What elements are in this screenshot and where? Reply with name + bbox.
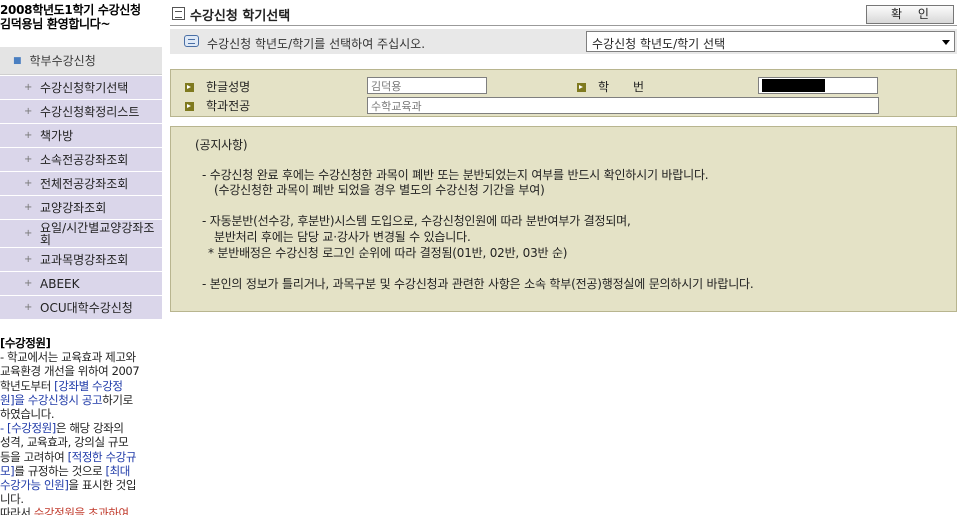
- sidebar-item-label: 요일/시간별교양강좌조회: [40, 220, 155, 247]
- student-id-label: 학 번: [598, 80, 645, 94]
- submenu-list: + 수강신청학기선택 + 수강신청확정리스트 + 책가방 + 소속전공강좌조회 …: [0, 76, 162, 320]
- notice-text: 따라서: [0, 506, 34, 515]
- plus-icon: +: [24, 177, 33, 189]
- sidebar-item-term-select[interactable]: + 수강신청학기선택: [0, 76, 162, 100]
- department-field[interactable]: [367, 97, 879, 114]
- plus-icon: +: [24, 81, 33, 93]
- sidebar-item-label: 소속전공강좌조회: [40, 152, 129, 167]
- plus-icon: +: [24, 301, 33, 313]
- page-header: 수강신청 학기선택 확 인: [170, 0, 957, 26]
- term-selection-bar: 수강신청 학년도/학기를 선택하여 주십시오. 수강신청 학년도/학기 선택: [170, 29, 957, 54]
- sidebar-item-ocu[interactable]: + OCU대학수강신청: [0, 296, 162, 320]
- notice-highlight: [최대: [105, 463, 131, 478]
- notice-panel: (공지사항) - 수강신청 완료 후에는 수강신청한 과목이 폐반 또는 분반되…: [170, 126, 957, 312]
- plus-icon: +: [24, 105, 33, 117]
- plus-icon: +: [24, 129, 33, 141]
- notice-text: 학년도부터: [0, 378, 55, 393]
- notice-highlight: 원]을 수강신청시 공고: [0, 392, 103, 407]
- notice-line: 분반처리 후에는 담당 교·강사가 변경될 수 있습니다.: [214, 230, 471, 244]
- confirm-button[interactable]: 확 인: [866, 5, 954, 24]
- plus-icon: +: [24, 227, 33, 239]
- redacted-value: [762, 79, 825, 92]
- menu-undergrad-registration[interactable]: ■ 학부수강신청: [0, 47, 162, 75]
- name-field[interactable]: [367, 77, 487, 94]
- department-label: 학과전공: [206, 99, 251, 113]
- main-content: 수강신청 학기선택 확 인 수강신청 학년도/학기를 선택하여 주십시오. 수강…: [170, 0, 967, 515]
- notice-highlight: - [수강정원]: [0, 421, 56, 436]
- arrow-bullet-icon: [185, 83, 194, 92]
- notice-title: [수강정원]: [0, 336, 51, 350]
- enrollment-capacity-notice: [수강정원] - 학교에서는 교육효과 제고와 교육환경 개선을 위하여 200…: [0, 336, 162, 515]
- notice-highlight: [강좌별 수강정: [54, 378, 123, 393]
- arrow-bullet-icon: [577, 83, 586, 92]
- notice-line: - 자동분반(선수강, 후분반)시스템 도입으로, 수강신청인원에 따라 분반여…: [202, 214, 631, 228]
- notice-line: (수강신청한 과목이 폐반 되었을 경우 별도의 수강신청 기간을 부여): [214, 183, 545, 197]
- notice-highlight: 모]: [0, 463, 15, 478]
- notice-text: 등을 고려하여: [0, 449, 68, 464]
- welcome-line-1: 2008학년도1학기 수강신청: [0, 3, 141, 17]
- sidebar-item-all-major-courses[interactable]: + 전체전공강좌조회: [0, 172, 162, 196]
- notice-line: 성격, 교육효과, 강의실 규모: [0, 435, 129, 450]
- notice-text: 하기로: [102, 392, 133, 407]
- notice-line: 니다.: [0, 492, 24, 507]
- sidebar-item-label: 교양강좌조회: [40, 200, 107, 215]
- sidebar-item-liberal-arts-by-time[interactable]: + 요일/시간별교양강좌조회: [0, 220, 162, 248]
- notice-line: 수강가능 인원]을 표시한 것입: [0, 478, 162, 492]
- notice-line: 학년도부터 [강좌별 수강정: [0, 379, 162, 393]
- sidebar-item-label: 교과목명강좌조회: [40, 252, 129, 267]
- sidebar-item-confirmed-list[interactable]: + 수강신청확정리스트: [0, 100, 162, 124]
- arrow-bullet-icon: [185, 102, 194, 111]
- plus-icon: +: [24, 277, 33, 289]
- sidebar-item-liberal-arts[interactable]: + 교양강좌조회: [0, 196, 162, 220]
- student-info-panel: 한글성명 학 번 학과전공: [170, 69, 957, 117]
- sidebar-item-label: OCU대학수강신청: [40, 300, 133, 315]
- sidebar-item-abeek[interactable]: + ABEEK: [0, 272, 162, 296]
- plus-icon: +: [24, 153, 33, 165]
- speech-bubble-icon: [184, 35, 199, 47]
- name-label: 한글성명: [206, 80, 251, 94]
- notice-highlight: [적정한 수강규: [67, 449, 137, 464]
- term-select-value: 수강신청 학년도/학기 선택: [592, 37, 726, 51]
- term-select-dropdown[interactable]: 수강신청 학년도/학기 선택: [586, 31, 955, 52]
- instruction-text: 수강신청 학년도/학기를 선택하여 주십시오.: [207, 37, 426, 51]
- sidebar-item-bookbag[interactable]: + 책가방: [0, 124, 162, 148]
- welcome-message: 2008학년도1학기 수강신청 김덕용님 환영합니다~: [0, 3, 162, 31]
- notice-line: 등을 고려하여 [적정한 수강규: [0, 450, 162, 464]
- plus-icon: +: [24, 253, 33, 265]
- notice-line: - [수강정원]은 해당 강좌의: [0, 421, 162, 435]
- plus-icon: +: [24, 201, 33, 213]
- square-bullet-icon: ■: [13, 55, 22, 66]
- sidebar-item-label: ABEEK: [40, 276, 80, 291]
- notice-text: 을 표시한 것입: [68, 478, 137, 493]
- menu-label: 학부수강신청: [29, 54, 96, 68]
- sidebar-item-label: 수강신청학기선택: [40, 80, 129, 95]
- sidebar-item-label: 수강신청확정리스트: [40, 104, 140, 119]
- page-title: 수강신청 학기선택: [190, 9, 291, 24]
- notice-line: - 학교에서는 교육효과 제고와: [0, 350, 136, 365]
- sidebar: 2008학년도1학기 수강신청 김덕용님 환영합니다~ ■ 학부수강신청 + 수…: [0, 0, 162, 515]
- notice-line: 모]를 규정하는 것으로 [최대: [0, 464, 162, 478]
- sidebar-item-major-courses[interactable]: + 소속전공강좌조회: [0, 148, 162, 172]
- document-icon: [172, 7, 185, 20]
- notice-line: * 분반배정은 수강신청 로그인 순위에 따라 결정됨(01반, 02반, 03…: [208, 246, 568, 260]
- notice-line: - 본인의 정보가 틀리거나, 과목구분 및 수강신청과 관련한 사항은 소속 …: [202, 277, 754, 291]
- notice-line: 교육환경 개선을 위하여 2007: [0, 364, 140, 379]
- notice-highlight: 수강가능 인원]: [0, 478, 69, 493]
- notice-text: 은 해당 강좌의: [55, 421, 124, 436]
- chevron-down-icon: [942, 40, 950, 45]
- notice-line: 원]을 수강신청시 공고하기로: [0, 393, 162, 407]
- sidebar-item-label: 책가방: [40, 128, 74, 143]
- notice-text: 를 규정하는 것으로: [14, 463, 106, 478]
- notice-line: 따라서 수강정원을 초과하여: [0, 506, 162, 515]
- notice-heading: (공지사항): [195, 138, 248, 152]
- student-id-field[interactable]: [758, 77, 878, 94]
- sidebar-item-label: 전체전공강좌조회: [40, 176, 129, 191]
- sidebar-item-course-name-search[interactable]: + 교과목명강좌조회: [0, 248, 162, 272]
- welcome-line-2: 김덕용님 환영합니다~: [0, 17, 111, 31]
- notice-line: 하였습니다.: [0, 407, 55, 422]
- notice-warning: 수강정원을 초과하여: [33, 506, 129, 515]
